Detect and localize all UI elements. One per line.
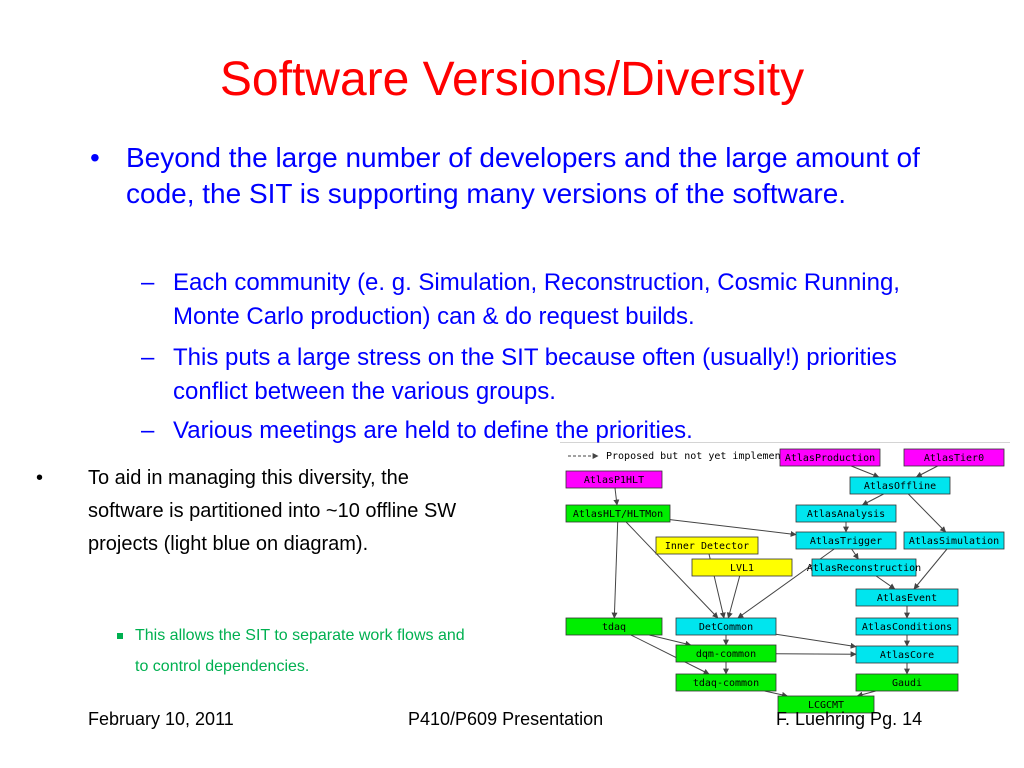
- node-label: AtlasTier0: [924, 453, 984, 464]
- node-label: AtlasProduction: [785, 453, 875, 464]
- node-label: tdaq-common: [693, 678, 759, 689]
- diversity-bullet-text: To aid in managing this diversity, the s…: [88, 467, 457, 555]
- workflow-sub-bullet-text: This allows the SIT to separate work flo…: [135, 627, 465, 675]
- node-AtlasTrigger: AtlasTrigger: [795, 531, 897, 550]
- node-label: AtlasHLT/HLTMon: [573, 509, 663, 520]
- sub-bullet-text: This puts a large stress on the SIT beca…: [173, 344, 897, 405]
- edge-AtlasTrigger-to-AtlasReconstruction: [851, 548, 859, 560]
- node-AtlasSimulation: AtlasSimulation: [903, 531, 1005, 550]
- node-LVL1: LVL1: [691, 558, 793, 577]
- footer-author-page: F. Luehring Pg. 14: [776, 709, 923, 729]
- edge-LVL1-to-DetCommon: [726, 575, 741, 619]
- dash-marker: –: [141, 269, 155, 296]
- node-AtlasAnalysis: AtlasAnalysis: [795, 504, 897, 523]
- node-label: AtlasP1HLT: [584, 475, 644, 486]
- node-AtlasP1HLT: AtlasP1HLT: [565, 470, 663, 489]
- node-label: AtlasReconstruction: [807, 563, 921, 574]
- slide-title: Software Versions/Diversity: [219, 53, 805, 106]
- node-AtlasHLT: AtlasHLT/HLTMon: [565, 504, 671, 523]
- node-AtlasConditions: AtlasConditions: [855, 617, 959, 636]
- legend-text: Proposed but not yet implemented: [606, 451, 799, 462]
- bullet-dot: •: [90, 142, 100, 173]
- node-label: LVL1: [730, 563, 754, 574]
- node-tdaqcommon: tdaq-common: [675, 673, 777, 692]
- edge-AtlasOffline-to-AtlasSimulation: [907, 493, 947, 533]
- node-label: AtlasOffline: [864, 481, 936, 492]
- footer-presentation: P410/P609 Presentation: [408, 709, 604, 729]
- edge-AtlasProduction-to-AtlasOffline: [851, 465, 880, 478]
- edge-AtlasReconstruction-to-AtlasEvent: [875, 575, 896, 590]
- node-dqmcommon: dqm-common: [675, 644, 777, 663]
- node-label: Inner Detector: [665, 541, 749, 552]
- square-bullet-icon: [117, 633, 123, 639]
- edge-Gaudi-to-LCGCMT: [856, 690, 876, 698]
- bullet-dot: •: [36, 467, 44, 489]
- edge-AtlasTier0-to-AtlasOffline: [915, 465, 938, 478]
- node-AtlasReconstruction: AtlasReconstruction: [807, 558, 921, 577]
- project-nodes: AtlasProduction AtlasTier0 AtlasP1HLT Atlas…: [565, 448, 1005, 714]
- node-AtlasEvent: AtlasEvent: [855, 588, 959, 607]
- dash-marker: –: [141, 344, 155, 371]
- dash-marker: –: [141, 417, 155, 444]
- node-AtlasTier0: AtlasTier0: [903, 448, 1005, 467]
- node-label: AtlasTrigger: [810, 536, 882, 547]
- edge-AtlasHLT-to-AtlasTrigger: [669, 519, 797, 537]
- node-label: AtlasSimulation: [909, 536, 999, 547]
- edge-tdaq-to-dqmcommon: [649, 634, 692, 647]
- node-label: DetCommon: [699, 622, 753, 633]
- node-DetCommon: DetCommon: [675, 617, 777, 636]
- node-label: AtlasAnalysis: [807, 509, 885, 520]
- edge-DetCommon-to-AtlasCore: [775, 633, 857, 649]
- node-label: AtlasCore: [880, 650, 934, 661]
- node-AtlasProduction: AtlasProduction: [779, 448, 881, 467]
- edge-tdaqcommon-to-LCGCMT: [764, 690, 788, 698]
- node-label: Gaudi: [892, 678, 922, 689]
- footer-date: February 10, 2011: [88, 709, 234, 729]
- project-dependency-diagram: Proposed but not yet implemented AtlasPr…: [560, 441, 1010, 727]
- node-label: AtlasConditions: [862, 622, 952, 633]
- edge-AtlasOffline-to-AtlasAnalysis: [861, 493, 884, 506]
- node-InnerDetector: Inner Detector: [655, 536, 759, 555]
- node-label: AtlasEvent: [877, 593, 937, 604]
- node-label: tdaq: [602, 622, 626, 633]
- node-label: dqm-common: [696, 649, 756, 660]
- main-bullet-text: Beyond the large number of developers an…: [126, 142, 920, 209]
- edge-AtlasHLT-to-tdaq: [611, 521, 619, 619]
- sub-bullet-text: Each community (e. g. Simulation, Recons…: [173, 269, 900, 330]
- node-AtlasCore: AtlasCore: [855, 645, 959, 664]
- node-tdaq: tdaq: [565, 617, 663, 636]
- node-AtlasOffline: AtlasOffline: [849, 476, 951, 495]
- node-Gaudi: Gaudi: [855, 673, 959, 692]
- edge-AtlasP1HLT-to-AtlasHLT: [613, 487, 620, 506]
